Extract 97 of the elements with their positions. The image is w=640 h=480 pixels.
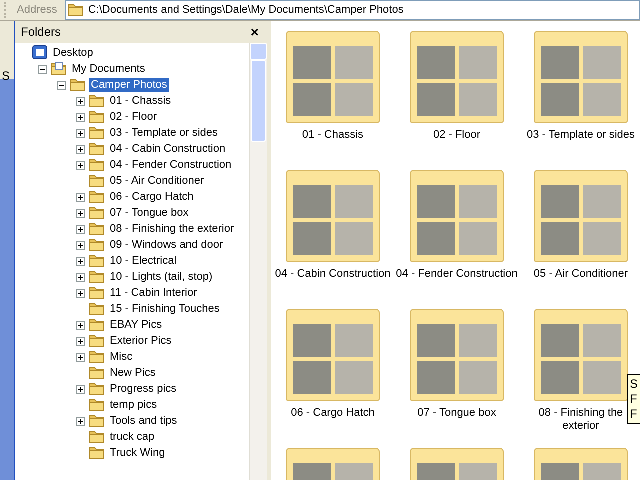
folder-icon — [89, 109, 105, 125]
folder-icon — [89, 349, 105, 365]
expand-toggle[interactable] — [76, 320, 85, 330]
folder-thumbnail[interactable] — [534, 309, 628, 401]
expand-toggle[interactable] — [76, 112, 85, 122]
collapse-toggle[interactable] — [38, 64, 47, 74]
folder-label: 08 - Finishing the exterior — [538, 407, 624, 432]
folder-tree-item[interactable]: 07 - Tongue box — [108, 206, 191, 220]
folder-thumbnail[interactable] — [286, 170, 380, 262]
folder-icon — [89, 173, 105, 189]
folder-tree-item[interactable]: Truck Wing — [108, 446, 168, 460]
folder-thumbnail[interactable] — [534, 31, 628, 123]
folder-icon — [89, 413, 105, 429]
folder-icon — [89, 445, 105, 461]
folder-label: 04 - Cabin Construction — [275, 268, 391, 280]
folder-icon — [89, 397, 105, 413]
folder-icon — [68, 2, 84, 18]
folder-tree-item[interactable]: 01 - Chassis — [108, 94, 174, 108]
folder-tree-item[interactable]: 08 - Finishing the exterior — [108, 222, 236, 236]
expand-toggle[interactable] — [76, 288, 85, 298]
expand-toggle[interactable] — [76, 96, 85, 106]
folder-tree-item[interactable]: Exterior Pics — [108, 334, 174, 348]
folder-tree-item[interactable]: 02 - Floor — [108, 110, 160, 124]
folder-tree-item[interactable]: 03 - Template or sides — [108, 126, 220, 140]
folder-icon — [89, 93, 105, 109]
expand-toggle[interactable] — [76, 128, 85, 138]
folder-icon — [89, 317, 105, 333]
folder-thumbnail[interactable] — [410, 309, 504, 401]
folder-tree-item[interactable]: 06 - Cargo Hatch — [108, 190, 196, 204]
expand-toggle[interactable] — [76, 336, 85, 346]
expand-toggle[interactable] — [76, 384, 85, 394]
folder-icon — [89, 301, 105, 317]
folder-label: 04 - Fender Construction — [396, 268, 518, 280]
folder-icon — [89, 381, 105, 397]
close-button[interactable]: × — [248, 24, 261, 40]
expand-toggle[interactable] — [76, 160, 85, 170]
folder-tree-item[interactable]: Tools and tips — [108, 414, 180, 428]
folder-tree-item[interactable]: 04 - Fender Construction — [108, 158, 234, 172]
scrollbar-thumb[interactable] — [251, 60, 266, 142]
folder-tree-item[interactable]: Camper Photos — [89, 78, 170, 92]
folder-tree-item[interactable]: temp pics — [108, 398, 160, 412]
address-label: Address — [16, 4, 58, 16]
folder-icon — [89, 429, 105, 445]
folder-icon — [89, 237, 105, 253]
documents-folder-icon — [51, 61, 67, 77]
folder-icon — [89, 141, 105, 157]
folder-label: 07 - Tongue box — [418, 407, 496, 419]
folder-label: 02 - Floor — [433, 129, 481, 141]
folder-thumbnail[interactable] — [410, 31, 504, 123]
folder-thumbnail[interactable] — [534, 170, 628, 262]
folder-icon — [89, 189, 105, 205]
folder-tree-item[interactable]: Desktop — [51, 46, 96, 60]
collapse-toggle[interactable] — [57, 80, 66, 90]
tooltip: S F F — [627, 374, 640, 424]
expand-toggle[interactable] — [76, 256, 85, 266]
folder-label: 05 - Air Conditioner — [534, 268, 628, 280]
folder-icon — [89, 221, 105, 237]
folder-tree-item[interactable]: truck cap — [108, 430, 157, 444]
folder-label: 03 - Template or sides — [526, 129, 636, 141]
folder-tree-item[interactable]: 04 - Cabin Construction — [108, 142, 228, 156]
expand-toggle[interactable] — [76, 240, 85, 250]
side-panel-text: S — [2, 69, 10, 83]
pane-title: Folders — [21, 25, 62, 39]
expand-toggle[interactable] — [76, 224, 85, 234]
folder-label: 06 - Cargo Hatch — [291, 407, 375, 419]
expand-toggle[interactable] — [76, 352, 85, 362]
folder-tree-item[interactable]: EBAY Pics — [108, 318, 164, 332]
folder-tree-item[interactable]: 09 - Windows and door — [108, 238, 226, 252]
folder-icon — [89, 285, 105, 301]
folder-label: 01 - Chassis — [302, 129, 364, 141]
folder-tree-item[interactable]: 10 - Lights (tail, stop) — [108, 270, 215, 284]
folder-tree-item[interactable]: 15 - Finishing Touches — [108, 302, 222, 316]
folder-thumbnail[interactable] — [410, 170, 504, 262]
expand-toggle[interactable] — [76, 144, 85, 154]
folder-thumbnail[interactable] — [286, 31, 380, 123]
expand-toggle[interactable] — [76, 272, 85, 282]
folder-tree-item[interactable]: My Documents — [70, 62, 148, 76]
desktop-icon — [32, 45, 48, 61]
address-field[interactable]: C:\Documents and Settings\Dale\My Documents\Camper Photos — [65, 0, 640, 20]
folder-icon — [89, 157, 105, 173]
folder-icon — [70, 77, 86, 93]
folder-tree-item[interactable]: 10 - Electrical — [108, 254, 179, 268]
folder-icon — [89, 269, 105, 285]
folder-tree-item[interactable]: Misc — [108, 350, 135, 364]
folder-icon — [89, 365, 105, 381]
folder-icon — [89, 205, 105, 221]
folder-tree-item[interactable]: 05 - Air Conditioner — [108, 174, 206, 188]
expand-toggle[interactable] — [76, 208, 85, 218]
folder-tree-item[interactable]: 11 - Cabin Interior — [108, 286, 200, 300]
expand-toggle[interactable] — [76, 416, 85, 426]
folder-tree-item[interactable]: New Pics — [108, 366, 158, 380]
folder-icon — [89, 333, 105, 349]
folder-icon — [89, 253, 105, 269]
expand-toggle[interactable] — [76, 192, 85, 202]
folder-icon — [89, 125, 105, 141]
folder-thumbnail[interactable] — [286, 309, 380, 401]
folder-tree-item[interactable]: Progress pics — [108, 382, 179, 396]
